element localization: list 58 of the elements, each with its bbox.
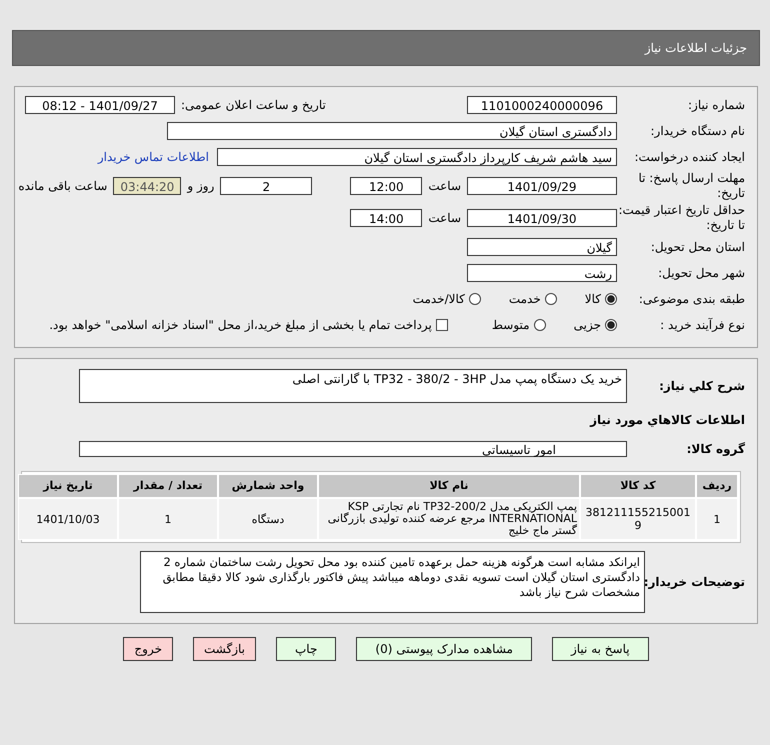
action-button[interactable]: پاسخ به نیاز <box>552 637 649 661</box>
deadline-date-field: 1401/09/29 <box>467 177 617 195</box>
field-label: حداقل تاریخ اعتبار قیمت: تا تاریخ: <box>617 203 745 233</box>
action-button[interactable]: بازگشت <box>193 637 256 661</box>
field-label: استان محل تحویل: <box>650 240 745 254</box>
validity-time-field: 14:00 <box>350 209 422 227</box>
field-label: شماره نیاز: <box>687 98 745 112</box>
summary-field: خرید یک دستگاه پمپ مدل TP32 - 380/2 - 3HP با گارانتی اصلی <box>79 369 627 403</box>
process-radio[interactable]: متوسط <box>492 318 546 332</box>
column-header: نام کالا <box>318 474 580 498</box>
action-button[interactable]: مشاهده مدارک پیوستی (0) <box>356 637 532 661</box>
city-field: رشت <box>467 264 617 282</box>
field-label: روز و <box>187 179 214 193</box>
field-label: نوع فرآیند خرید : <box>659 318 745 332</box>
column-header: تعداد / مقدار <box>118 474 218 498</box>
buyer-contact-link[interactable]: اطلاعات تماس خریدار <box>98 150 209 164</box>
category-radio[interactable]: کالا/خدمت <box>412 292 481 306</box>
field-label: تاریخ و ساعت اعلان عمومی: <box>181 98 326 112</box>
table-cell: 3812111552150019 <box>580 498 696 540</box>
column-header: واحد شمارش <box>218 474 318 498</box>
table-cell: 1401/10/03 <box>18 498 118 540</box>
action-button[interactable]: چاپ <box>276 637 336 661</box>
field-label: مهلت ارسال پاسخ: تا تاریخ: <box>637 171 745 201</box>
field-label: شرح کلي نياز: <box>658 379 745 393</box>
remaining-time-field: 03:44:20 <box>113 177 182 195</box>
field-label: نام دستگاه خریدار: <box>650 124 745 138</box>
category-radio[interactable]: خدمت <box>508 292 557 306</box>
action-button[interactable]: خروج <box>123 637 173 661</box>
table-cell: 1 <box>696 498 738 540</box>
table-cell: 1 <box>118 498 218 540</box>
column-header: تاریخ نیاز <box>18 474 118 498</box>
days-field: 2 <box>220 177 312 195</box>
field-label: طبقه بندی موضوعی: <box>638 292 745 306</box>
category-radio[interactable]: کالا <box>584 292 617 306</box>
field-label: ایجاد کننده درخواست: <box>633 150 745 164</box>
buyer-org-field: دادگستری استان گیلان <box>167 122 617 140</box>
requester-field: سید هاشم شریف کارپرداز دادگستری استان گیلان <box>217 148 617 166</box>
announce-date-field: 1401/09/27 - 08:12 <box>25 96 175 114</box>
field-label: ساعت باقی مانده <box>18 179 108 193</box>
section-title: اطلاعات کالاهاي مورد نياز <box>590 413 745 427</box>
column-header: ردیف <box>696 474 738 498</box>
field-label: شهر محل تحویل: <box>657 266 745 280</box>
province-field: گیلان <box>467 238 617 256</box>
goods-group-field: امور تاسیساتی <box>79 441 627 457</box>
page-title: جزئیات اطلاعات نیاز <box>644 41 747 55</box>
field-label: ساعت <box>428 179 461 193</box>
table-cell: دستگاه <box>218 498 318 540</box>
need-number-field: 1101000240000096 <box>467 96 617 114</box>
field-label: توضیحات خریدار: <box>645 575 745 589</box>
deadline-time-field: 12:00 <box>350 177 422 195</box>
validity-date-field: 1401/09/30 <box>467 209 617 227</box>
buyer-notes-field: ایرانکد مشابه است هرگونه هزینه حمل برعهده تامین کننده بود محل تحویل رشت ساختمان شماره 2 دادگستری استان گیلان است تسویه نقدی دوماهه میباشد پیش فاکتور بارگذاری شود کالا دقیقا مطابق مشخصات شرح نیاز باشد <box>140 551 645 613</box>
column-header: کد کالا <box>580 474 696 498</box>
field-label: ساعت <box>428 211 461 225</box>
table-cell: پمپ الکتریکی مدل TP32-200/2 نام تجارتی KSP INTERNATIONAL مرجع عرضه کننده تولیدی بازرگانی گستر ماج خلیج <box>318 498 580 540</box>
payment-checkbox[interactable]: پرداخت تمام یا بخشی از مبلغ خرید،از محل "اسناد خزانه اسلامی" خواهد بود. <box>49 318 448 332</box>
field-label: گروه کالا: <box>686 442 745 456</box>
process-radio[interactable]: جزیی <box>574 318 617 332</box>
